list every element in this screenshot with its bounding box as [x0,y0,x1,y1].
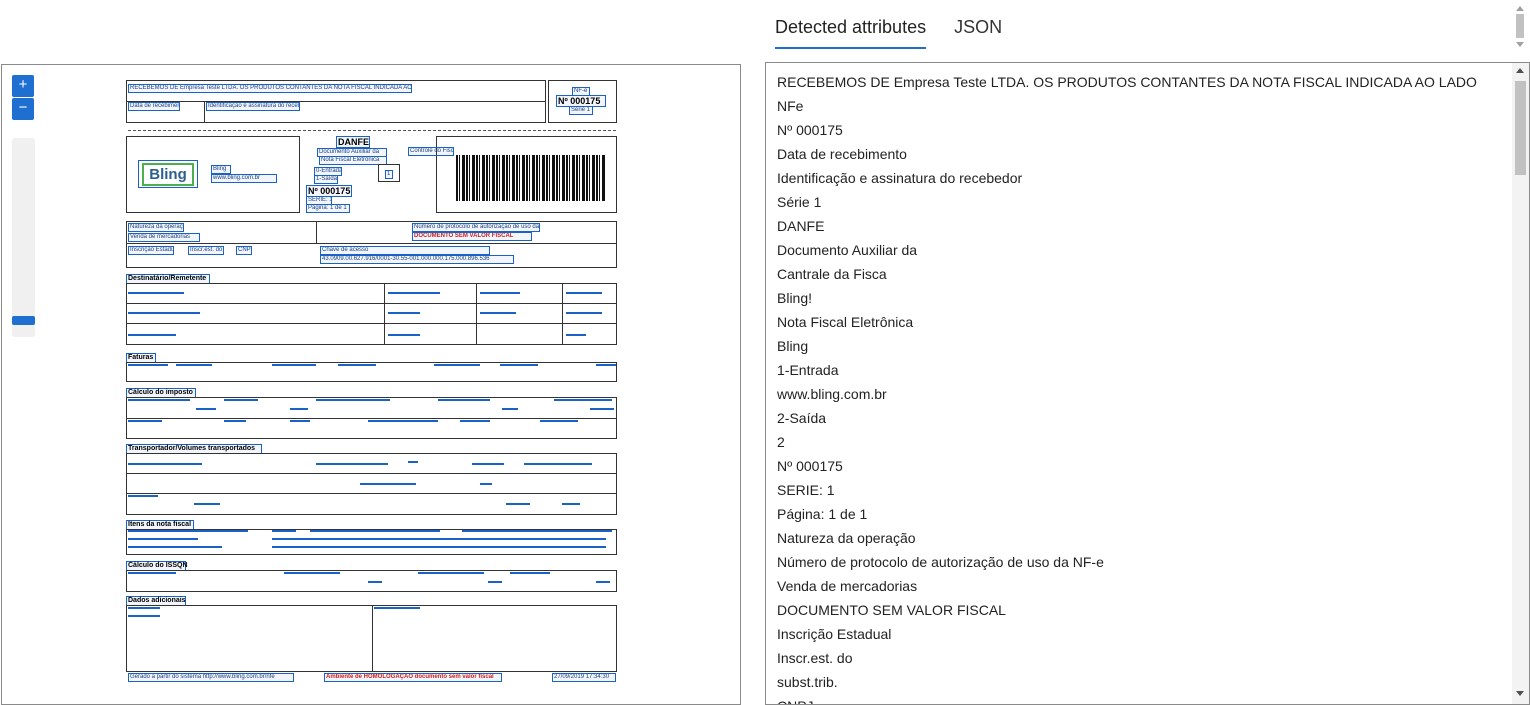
attribute-item[interactable]: SERIE: 1 [777,478,1497,502]
danfe-desc-2: Nota Fiscal Eletrônica [319,156,387,165]
scroll-down-icon[interactable] [1516,42,1524,47]
dest-box [126,283,617,345]
ie-st-label: Inscr.est. do subst.trib. [188,246,224,255]
footer-left: Gerado a partir do sistema http://www.bl… [128,673,294,682]
danfe-tipo: 1 [385,170,393,179]
attribute-item[interactable]: Bling [777,334,1497,358]
protocolo-label: Número de protocolo de autorização de us… [412,223,540,232]
attribute-item[interactable]: www.bling.com.br [777,382,1497,406]
ie-label: Inscrição Estadual [128,246,174,255]
receipt-header-text: RECEBEMOS DE Empresa Teste LTDA. OS PROD… [128,84,412,93]
attribute-item[interactable]: Identificação e assinatura do recebedor [777,166,1497,190]
scroll-up-icon[interactable] [1516,6,1524,11]
scroll-up-icon[interactable] [1516,68,1524,73]
cnpj-label: CNPJ [236,246,252,255]
controle-fisco-label: Controle do Fisco [408,147,454,156]
natureza-label: Natureza da operação [128,223,184,232]
itens-box [126,529,617,555]
footer-ambiente: Ambiente de HOMOLOGAÇÃO documento sem va… [324,673,502,682]
sem-valor-fiscal: DOCUMENTO SEM VALOR FISCAL [412,232,532,241]
scrollbar-thumb[interactable] [1515,81,1526,175]
attributes-scrollbar[interactable] [1512,63,1529,704]
attribute-item[interactable]: Página: 1 de 1 [777,502,1497,526]
chave-label: Chave de acesso [320,246,490,255]
emitter-url: www.bling.com.br [211,174,277,183]
attribute-item[interactable]: Nº 000175 [777,118,1497,142]
footer-date: 27/09/2019 17:34:30 [552,673,616,682]
attribute-item[interactable]: 2 [777,430,1497,454]
attribute-item[interactable]: DANFE [777,214,1497,238]
barcode [456,155,606,201]
danfe-title: DANFE [336,136,370,148]
emitter-name: Bling [211,165,231,174]
danfe-saida: 1-Saída [314,175,338,184]
attribute-item[interactable]: Inscrição Estadual [777,622,1497,646]
danfe-document: RECEBEMOS DE Empresa Teste LTDA. OS PROD… [126,78,618,682]
nfe-serie: Série 1 [569,106,593,115]
zoom-slider[interactable] [12,138,35,337]
attribute-item[interactable]: RECEBEMOS DE Empresa Teste LTDA. OS PROD… [777,70,1497,94]
attributes-panel[interactable]: RECEBEMOS DE Empresa Teste LTDA. OS PROD… [765,62,1530,705]
document-viewer[interactable]: + − RECEBEMOS DE Empresa Teste LTDA. OS … [1,64,741,705]
attribute-item[interactable]: Bling! [777,286,1497,310]
chave-value: 43.0909.00.627.916/0001-30.55-001.000.00… [320,255,514,264]
attribute-item[interactable]: Inscr.est. do [777,646,1497,670]
zoom-out-button[interactable]: − [12,98,34,120]
natureza-value: Venda de mercadorias [128,233,200,242]
attribute-item[interactable]: Venda de mercadorias [777,574,1497,598]
attribute-item[interactable]: Nota Fiscal Eletrônica [777,310,1497,334]
scroll-down-icon[interactable] [1516,691,1524,696]
attribute-item[interactable]: Natureza da operação [777,526,1497,550]
danfe-pagina: Página: 1 de 1 [306,204,350,213]
attribute-item[interactable]: Documento Auxiliar da [777,238,1497,262]
attribute-item[interactable]: Número de protocolo de autorização de us… [777,550,1497,574]
attribute-item[interactable]: 2-Saída [777,406,1497,430]
attribute-item[interactable]: NFe [777,94,1497,118]
zoom-slider-handle[interactable] [12,316,35,325]
tab-bar: Detected attributes JSON [775,14,1030,50]
tab-detected-attributes[interactable]: Detected attributes [775,14,927,49]
bling-logo: Bling [138,160,198,188]
top-scrollbar[interactable] [1513,4,1527,50]
tab-json[interactable]: JSON [954,14,1002,49]
attribute-item[interactable]: Cantrale da Fisca [777,262,1497,286]
attribute-item[interactable]: subst.trib. [777,670,1497,694]
attribute-item[interactable]: Nº 000175 [777,454,1497,478]
attributes-list: RECEBEMOS DE Empresa Teste LTDA. OS PROD… [777,70,1497,704]
attribute-item[interactable]: DOCUMENTO SEM VALOR FISCAL [777,598,1497,622]
attribute-item[interactable]: Data de recebimento [777,142,1497,166]
attribute-item[interactable]: Série 1 [777,190,1497,214]
attribute-item[interactable]: CNPJ [777,694,1497,704]
zoom-in-button[interactable]: + [12,75,34,97]
receipt-date-label: Data de recebimento [128,102,180,111]
receipt-sign-label: Identificação e assinatura do recebedor [206,102,300,111]
attribute-item[interactable]: 1-Entrada [777,358,1497,382]
